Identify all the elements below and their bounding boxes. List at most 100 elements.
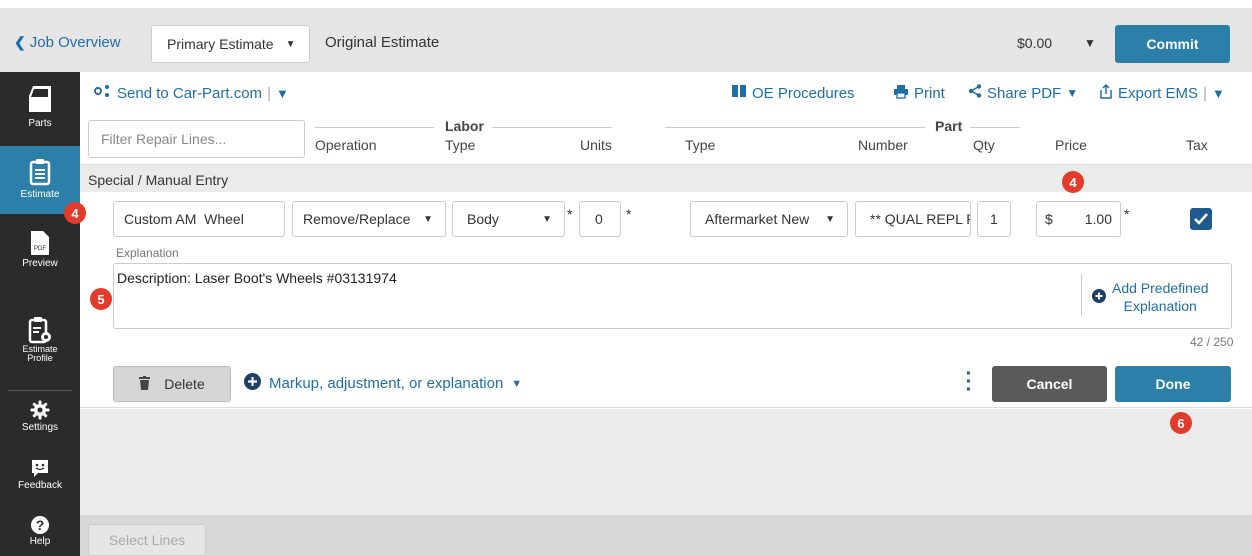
caret-down-icon: ▼ [285, 38, 296, 50]
sidebar-label-parts: Parts [28, 118, 52, 129]
add-predefined-line2: Explanation [1123, 298, 1197, 314]
svg-text:PDF: PDF [34, 246, 46, 252]
currency-symbol: $ [1045, 211, 1053, 227]
export-icon [1099, 83, 1113, 103]
cancel-button[interactable]: Cancel [992, 366, 1107, 402]
labor-group-header: Labor [445, 118, 484, 134]
gear-icon [30, 400, 50, 420]
toolbar-separator: | [1203, 85, 1207, 102]
pdf-icon: PDF [30, 230, 50, 256]
caret-down-icon: ▼ [423, 213, 433, 225]
share-icon [968, 84, 982, 102]
estimate-select-value: Primary Estimate [167, 36, 274, 52]
job-overview-link[interactable]: ❮ Job Overview [14, 34, 121, 51]
delete-label: Delete [164, 376, 205, 392]
clipboard-icon [29, 158, 51, 186]
export-ems-label: Export EMS [1118, 85, 1199, 102]
part-number-input[interactable]: ** QUAL REPL P [855, 201, 971, 237]
required-indicator: * [567, 206, 573, 222]
markup-label: Markup, adjustment, or explanation [269, 375, 504, 392]
estimate-title: Original Estimate [325, 34, 440, 51]
printer-icon [893, 84, 909, 103]
add-predefined-line1: Add Predefined [1112, 280, 1209, 296]
labor-type-select[interactable]: Body ▼ [452, 201, 565, 237]
caret-down-icon[interactable]: ▼ [276, 86, 289, 101]
caret-down-icon: ▼ [511, 377, 523, 390]
required-indicator: * [1124, 206, 1130, 222]
sidebar-label-estimate-profile-2: Profile [27, 353, 53, 363]
caret-down-icon[interactable]: ▼ [1212, 86, 1225, 101]
empty-lines-area [80, 409, 1252, 515]
part-group-line-left [665, 127, 925, 128]
required-indicator: * [626, 206, 632, 222]
top-bar: ❮ Job Overview Primary Estimate ▼ Origin… [0, 0, 1252, 80]
print-button[interactable]: Print [893, 84, 945, 103]
send-car-part-label: Send to Car-Part.com [117, 84, 263, 102]
svg-text:?: ? [36, 517, 45, 533]
section-title: Special / Manual Entry [88, 172, 229, 188]
sidebar-item-settings[interactable]: Settings [0, 400, 80, 440]
sidebar-item-preview[interactable]: PDF Preview [0, 230, 80, 290]
units-value: 0 [595, 211, 603, 227]
caret-down-icon: ▼ [542, 213, 552, 225]
explanation-label: Explanation [116, 246, 179, 260]
sidebar-divider [8, 390, 72, 391]
labor-group-line-right [492, 127, 612, 128]
send-car-part-button[interactable]: Send to Car-Part.com | ▼ [94, 84, 289, 102]
sidebar-label-feedback: Feedback [18, 480, 62, 491]
book-icon [731, 84, 747, 102]
done-button[interactable]: Done [1115, 366, 1231, 402]
step-badge-explanation: 5 [90, 288, 112, 310]
sidebar-item-parts[interactable]: Parts [0, 78, 80, 144]
chevron-left-icon: ❮ [14, 34, 26, 50]
commit-button[interactable]: Commit [1115, 25, 1230, 63]
sidebar-label-estimate: Estimate [20, 189, 60, 200]
tax-checkbox[interactable] [1190, 208, 1212, 230]
plus-circle-icon [244, 373, 261, 394]
add-predefined-label: Add Predefined Explanation [1112, 279, 1209, 315]
price-input[interactable]: $ 1.00 [1036, 201, 1121, 237]
part-type-select[interactable]: Aftermarket New ▼ [690, 201, 848, 237]
col-operation: Operation [315, 137, 377, 153]
col-price: Price [1055, 137, 1087, 153]
plus-circle-icon [1092, 288, 1106, 306]
explanation-text[interactable]: Description: Laser Boot's Wheels #031319… [117, 270, 397, 286]
total-dropdown-icon[interactable]: ▼ [1084, 36, 1096, 50]
more-options-icon[interactable]: · · · [965, 364, 973, 400]
col-part-type: Type [685, 137, 716, 153]
clipboard-gear-icon [28, 316, 52, 344]
job-overview-label: Job Overview [29, 34, 121, 51]
sidebar-label-preview: Preview [22, 258, 58, 269]
checkmark-icon [1194, 213, 1208, 225]
step-badge-estimate: 4 [64, 202, 86, 224]
part-group-header: Part [935, 118, 963, 134]
sidebar-item-feedback[interactable]: Feedback [0, 458, 80, 498]
character-count: 42 / 250 [1190, 335, 1234, 349]
filter-repair-lines-input[interactable] [88, 120, 305, 158]
units-input[interactable]: 0 [579, 201, 621, 237]
export-ems-button[interactable]: Export EMS | ▼ [1099, 83, 1225, 103]
sidebar-label-help: Help [29, 536, 51, 547]
line-description-field[interactable]: Custom AM Wheel [113, 201, 285, 237]
caret-down-icon: ▼ [1066, 86, 1079, 100]
share-pdf-label: Share PDF [987, 84, 1062, 102]
part-group-line-right [970, 127, 1020, 128]
select-lines-button[interactable]: Select Lines [88, 524, 206, 556]
toolbar-separator: | [267, 84, 271, 102]
part-type-value: Aftermarket New [705, 211, 810, 227]
price-value: 1.00 [1084, 211, 1112, 227]
markup-adjustment-button[interactable]: Markup, adjustment, or explanation ▼ [244, 373, 522, 394]
sidebar-item-help[interactable]: ? Help [0, 515, 80, 555]
sidebar-item-estimate-profile[interactable]: Estimate Profile [0, 316, 80, 376]
delete-button[interactable]: Delete [113, 366, 231, 402]
add-predefined-explanation-button[interactable]: Add Predefined Explanation [1092, 279, 1209, 315]
share-pdf-button[interactable]: Share PDF ▼ [968, 84, 1078, 102]
operation-select[interactable]: Remove/Replace ▼ [292, 201, 446, 237]
qty-input[interactable]: 1 [977, 201, 1011, 237]
print-label: Print [914, 85, 945, 102]
smiley-chat-icon [30, 458, 50, 478]
oe-procedures-button[interactable]: OE Procedures [731, 84, 855, 102]
col-qty: Qty [973, 137, 995, 153]
col-labor-type: Type [445, 137, 476, 153]
estimate-select[interactable]: Primary Estimate ▼ [151, 25, 310, 63]
